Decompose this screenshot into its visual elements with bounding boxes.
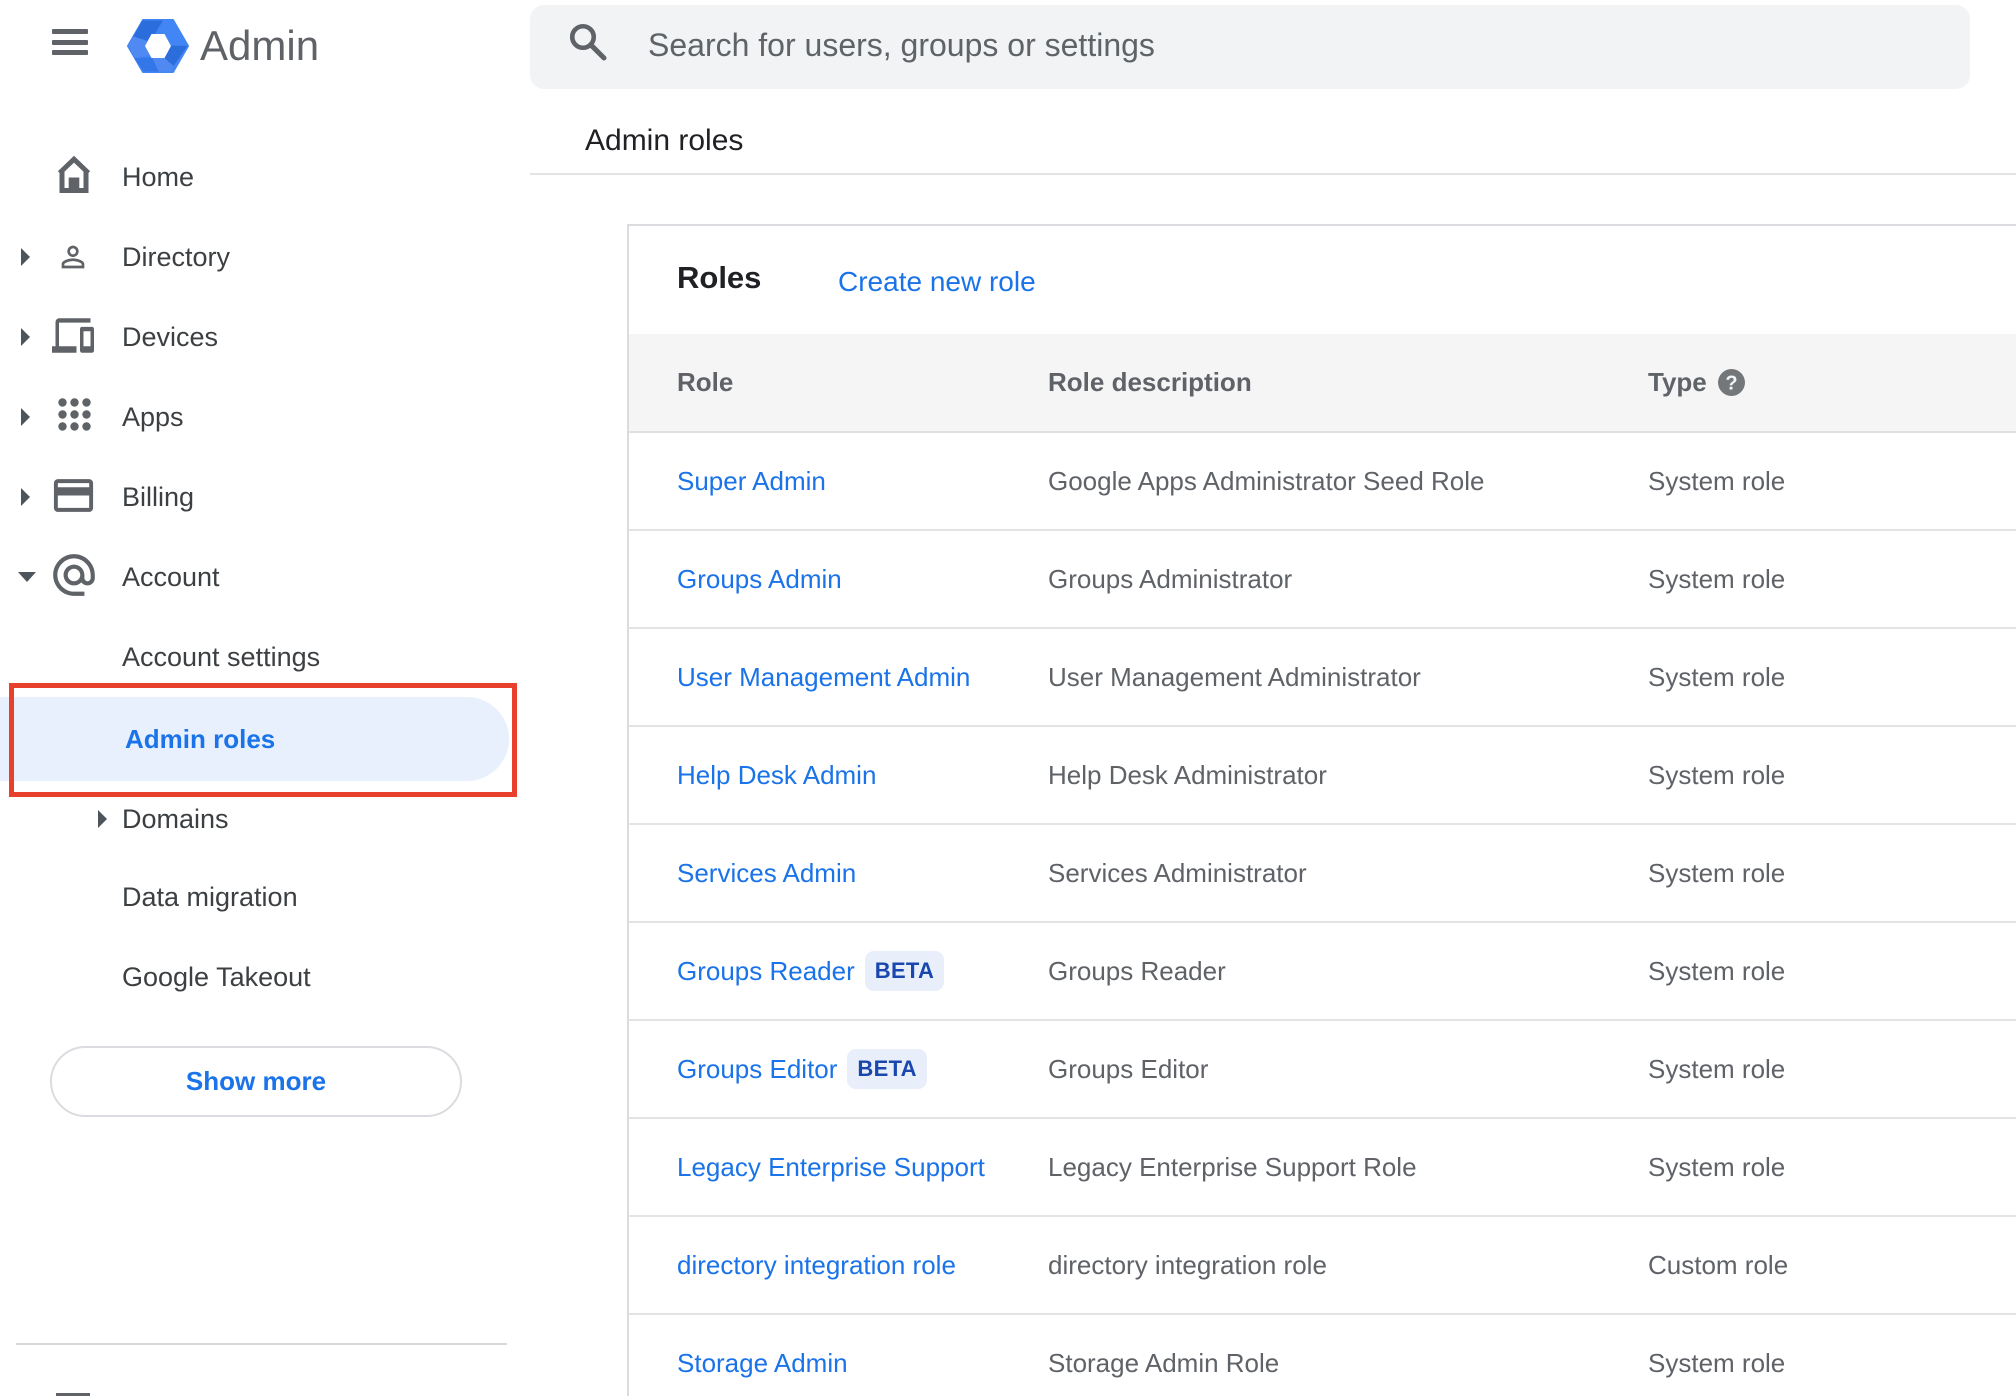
svg-text:?: ? [1725, 373, 1737, 395]
